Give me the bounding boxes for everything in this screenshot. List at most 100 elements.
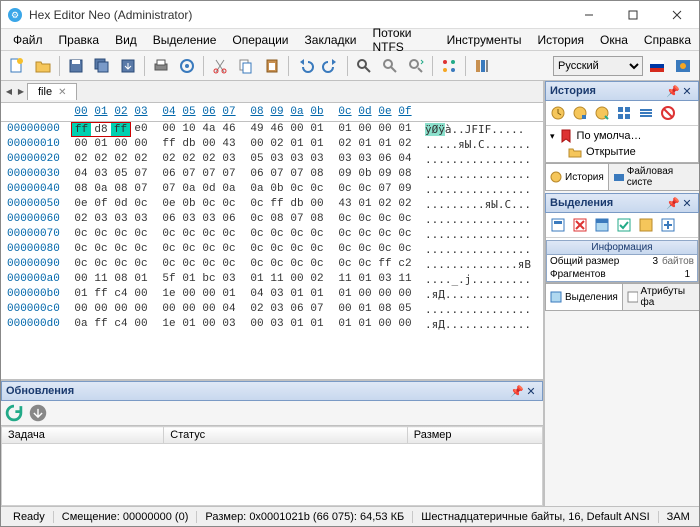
selections-close-icon[interactable]: ✕ bbox=[680, 197, 694, 210]
menu-selection[interactable]: Выделение bbox=[145, 30, 225, 50]
ascii-text[interactable]: ...._.ј......... bbox=[425, 272, 531, 287]
hex-byte[interactable]: 07 bbox=[287, 167, 307, 182]
language-select[interactable]: Русский bbox=[553, 56, 643, 76]
hex-byte[interactable]: 00 bbox=[199, 137, 219, 152]
hex-byte[interactable]: c4 bbox=[111, 317, 131, 332]
hex-byte[interactable]: 0c bbox=[375, 227, 395, 242]
hex-byte[interactable]: 01 bbox=[307, 122, 327, 137]
hex-byte[interactable]: 03 bbox=[91, 167, 111, 182]
hex-byte[interactable]: 0d bbox=[199, 182, 219, 197]
hex-byte[interactable]: 00 bbox=[71, 137, 91, 152]
hex-byte[interactable]: 03 bbox=[267, 302, 287, 317]
hex-byte[interactable]: 0c bbox=[111, 257, 131, 272]
hex-byte[interactable]: ff bbox=[91, 317, 111, 332]
menu-windows[interactable]: Окна bbox=[592, 30, 636, 50]
hex-byte[interactable]: 0c bbox=[179, 227, 199, 242]
hex-byte[interactable]: 01 bbox=[355, 317, 375, 332]
hex-byte[interactable]: 4a bbox=[199, 122, 219, 137]
hex-row[interactable]: 000000800c0c0c0c0c0c0c0c0c0c0c0c0c0c0c0c… bbox=[1, 242, 543, 257]
hex-byte[interactable]: 03 bbox=[91, 212, 111, 227]
hex-byte[interactable]: 0c bbox=[287, 182, 307, 197]
hex-byte[interactable]: 0c bbox=[395, 212, 415, 227]
tab-prev[interactable]: ◀ bbox=[3, 83, 15, 101]
settings-button[interactable] bbox=[175, 54, 199, 78]
hex-byte[interactable]: 0c bbox=[355, 242, 375, 257]
hex-byte[interactable]: ff bbox=[267, 197, 287, 212]
menu-file[interactable]: Файл bbox=[5, 30, 51, 50]
history-tree[interactable]: ▾ По умолча… Открытие bbox=[546, 126, 698, 162]
hex-byte[interactable]: 04 bbox=[219, 302, 239, 317]
history-item[interactable]: Открытие bbox=[550, 144, 694, 160]
menu-help[interactable]: Справка bbox=[636, 30, 699, 50]
ascii-text[interactable]: .яД............. bbox=[425, 287, 531, 302]
hex-byte[interactable]: 02 bbox=[335, 137, 355, 152]
hex-byte[interactable]: 03 bbox=[131, 212, 151, 227]
hex-byte[interactable]: 03 bbox=[267, 152, 287, 167]
redo-button[interactable] bbox=[319, 54, 343, 78]
maximize-button[interactable] bbox=[611, 1, 655, 29]
hist-btn-2[interactable] bbox=[570, 103, 590, 123]
hex-byte[interactable]: 01 bbox=[335, 287, 355, 302]
hex-byte[interactable]: 11 bbox=[335, 272, 355, 287]
hex-byte[interactable]: 09 bbox=[395, 182, 415, 197]
ascii-text[interactable]: .........яЫ.C... bbox=[425, 197, 531, 212]
hex-byte[interactable]: 02 bbox=[71, 212, 91, 227]
hex-byte[interactable]: 00 bbox=[355, 287, 375, 302]
hex-byte[interactable]: 0c bbox=[247, 212, 267, 227]
hex-byte[interactable]: 0c bbox=[287, 242, 307, 257]
hex-byte[interactable]: 01 bbox=[179, 272, 199, 287]
hex-byte[interactable]: 0d bbox=[111, 197, 131, 212]
cut-button[interactable] bbox=[208, 54, 232, 78]
updates-col-task[interactable]: Задача bbox=[2, 427, 164, 444]
hex-byte[interactable]: 03 bbox=[267, 317, 287, 332]
hex-byte[interactable]: 02 bbox=[247, 302, 267, 317]
hex-byte[interactable]: 00 bbox=[131, 302, 151, 317]
hex-byte[interactable]: 0c bbox=[307, 182, 327, 197]
hex-byte[interactable]: 0c bbox=[335, 257, 355, 272]
hex-byte[interactable]: 00 bbox=[179, 287, 199, 302]
hex-byte[interactable]: 06 bbox=[375, 152, 395, 167]
hex-byte[interactable]: 08 bbox=[375, 302, 395, 317]
hex-byte[interactable]: 00 bbox=[247, 317, 267, 332]
hex-byte[interactable]: ff bbox=[375, 257, 395, 272]
ascii-text[interactable]: .яД............. bbox=[425, 317, 531, 332]
hex-byte[interactable]: 00 bbox=[335, 302, 355, 317]
ascii-text[interactable]: ..............яВ bbox=[425, 257, 531, 272]
hex-byte[interactable]: 00 bbox=[247, 137, 267, 152]
sel-btn-6[interactable] bbox=[658, 215, 678, 235]
hex-byte[interactable]: 06 bbox=[247, 167, 267, 182]
hex-byte[interactable]: 0a bbox=[71, 317, 91, 332]
hex-byte[interactable]: 0a bbox=[91, 182, 111, 197]
hex-byte[interactable]: 00 bbox=[287, 122, 307, 137]
hex-grid[interactable]: 00000000ffd8ffe000104a464946000101000001… bbox=[1, 122, 543, 379]
hex-byte[interactable]: 0c bbox=[199, 227, 219, 242]
hex-byte[interactable]: 00 bbox=[395, 287, 415, 302]
ascii-text[interactable]: ................ bbox=[425, 302, 531, 317]
hex-byte[interactable]: 08 bbox=[307, 212, 327, 227]
hex-byte[interactable]: 03 bbox=[335, 152, 355, 167]
hex-byte[interactable]: 00 bbox=[131, 137, 151, 152]
selections-tab[interactable]: Выделения bbox=[545, 284, 623, 311]
hex-row[interactable]: 000000500e0f0d0c0e0b0c0c0cffdb0043010202… bbox=[1, 197, 543, 212]
hex-byte[interactable]: 00 bbox=[159, 302, 179, 317]
hex-byte[interactable]: 01 bbox=[179, 317, 199, 332]
hex-byte[interactable]: 01 bbox=[71, 287, 91, 302]
attributes-tab[interactable]: Атрибуты фа bbox=[622, 284, 699, 311]
hex-byte[interactable]: 46 bbox=[267, 122, 287, 137]
updates-close-icon[interactable]: ✕ bbox=[524, 385, 538, 398]
find-next-button[interactable] bbox=[378, 54, 402, 78]
hist-btn-6[interactable] bbox=[658, 103, 678, 123]
hex-byte[interactable]: 0c bbox=[335, 212, 355, 227]
hex-byte[interactable]: d8 bbox=[91, 122, 111, 137]
hex-byte[interactable]: 0c bbox=[335, 242, 355, 257]
copy-button[interactable] bbox=[234, 54, 258, 78]
hex-byte[interactable]: 04 bbox=[395, 152, 415, 167]
sel-btn-2[interactable] bbox=[570, 215, 590, 235]
hex-byte[interactable]: 0c bbox=[287, 257, 307, 272]
hex-byte[interactable]: 0a bbox=[247, 182, 267, 197]
hex-byte[interactable]: 0c bbox=[355, 212, 375, 227]
hex-byte[interactable]: 07 bbox=[131, 182, 151, 197]
hex-byte[interactable]: db bbox=[179, 137, 199, 152]
updates-pin-icon[interactable]: 📌 bbox=[510, 385, 524, 398]
hex-byte[interactable]: 0c bbox=[219, 242, 239, 257]
